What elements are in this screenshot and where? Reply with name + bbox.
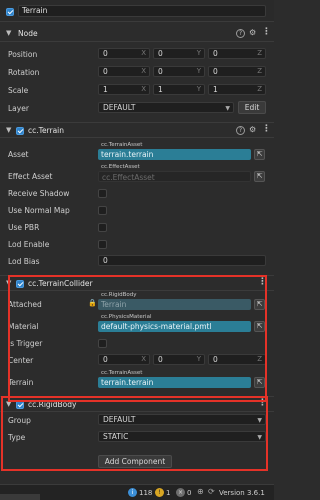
axis-z-label: Z: [257, 85, 262, 93]
terrain-section-header[interactable]: ▼ cc.Terrain ? ⚙ ⋮: [0, 122, 274, 138]
help-icon[interactable]: ?: [236, 126, 245, 135]
node-active-checkbox[interactable]: [6, 8, 14, 16]
more-icon[interactable]: ⋮: [262, 27, 271, 37]
effect-asset-type-tag: cc.EffectAsset: [101, 164, 140, 170]
rotation-y-field[interactable]: 0Y: [153, 66, 205, 77]
chevron-down-icon: ▼: [6, 29, 12, 37]
scale-row: Scale 1X 1Y 1Z: [0, 84, 274, 98]
layer-value: DEFAULT: [103, 103, 136, 112]
axis-x-label: X: [141, 85, 146, 93]
receive-shadow-checkbox[interactable]: [98, 189, 107, 198]
terrain-section-title: cc.Terrain: [28, 126, 65, 135]
receive-shadow-row: Receive Shadow: [0, 188, 274, 200]
terrain-enabled-checkbox[interactable]: [16, 127, 24, 135]
gear-icon[interactable]: ⚙: [249, 28, 256, 37]
warning-icon[interactable]: !: [155, 488, 164, 497]
scale-x-field[interactable]: 1X: [98, 84, 150, 95]
effect-asset-picker-icon[interactable]: ⇱: [254, 171, 265, 182]
asset-picker-icon[interactable]: ⇱: [254, 149, 265, 160]
effect-asset-row: Effect Asset cc.EffectAsset cc.EffectAss…: [0, 164, 274, 184]
rotation-x-value: 0: [103, 67, 108, 76]
use-pbr-checkbox[interactable]: [98, 223, 107, 232]
lod-enable-label: Lod Enable: [8, 240, 50, 249]
layer-label: Layer: [8, 104, 29, 113]
gear-icon[interactable]: ⚙: [249, 125, 256, 134]
rotation-label: Rotation: [8, 68, 40, 77]
scale-label: Scale: [8, 86, 29, 95]
axis-x-label: X: [141, 67, 146, 75]
warning-count: 1: [166, 489, 171, 497]
use-pbr-row: Use PBR: [0, 222, 274, 234]
sync-icon[interactable]: ⟳: [208, 487, 215, 496]
lod-enable-checkbox[interactable]: [98, 240, 107, 249]
asset-label: Asset: [8, 150, 29, 159]
rotation-row: Rotation 0X 0Y 0Z: [0, 66, 274, 80]
rotation-y-value: 0: [158, 67, 163, 76]
position-x-value: 0: [103, 49, 108, 58]
asset-row: Asset cc.TerrainAsset terrain.terrain ⇱: [0, 142, 274, 162]
rotation-x-field[interactable]: 0X: [98, 66, 150, 77]
axis-z-label: Z: [257, 49, 262, 57]
axis-y-label: Y: [196, 85, 201, 93]
use-pbr-label: Use PBR: [8, 223, 40, 232]
asset-field[interactable]: terrain.terrain: [98, 149, 251, 160]
chevron-down-icon: ▼: [225, 105, 230, 112]
highlight-box-rigidbody: [1, 396, 268, 471]
status-bar: i 118 ! 1 × 0 ⊕ ⟳ Version 3.6.1: [0, 484, 274, 500]
lod-bias-field[interactable]: 0: [98, 255, 266, 266]
scale-y-field[interactable]: 1Y: [153, 84, 205, 95]
layer-dropdown[interactable]: DEFAULT ▼: [98, 102, 234, 113]
lod-bias-label: Lod Bias: [8, 257, 40, 266]
position-y-value: 0: [158, 49, 163, 58]
window-tab-fragment: [0, 494, 40, 500]
highlight-box-collider: [8, 275, 267, 402]
error-icon[interactable]: ×: [176, 488, 185, 497]
scale-x-value: 1: [103, 85, 108, 94]
more-icon[interactable]: ⋮: [262, 124, 271, 134]
axis-x-label: X: [141, 49, 146, 57]
scale-y-value: 1: [158, 85, 163, 94]
position-label: Position: [8, 50, 38, 59]
use-normal-map-checkbox[interactable]: [98, 206, 107, 215]
node-section-header[interactable]: ▼ Node ? ⚙ ⋮: [0, 26, 274, 42]
use-normal-map-row: Use Normal Map: [0, 205, 274, 217]
position-row: Position 0X 0Y 0Z: [0, 48, 274, 62]
node-section-title: Node: [18, 29, 38, 38]
lod-enable-row: Lod Enable: [0, 239, 274, 251]
effect-asset-label: Effect Asset: [8, 172, 53, 181]
network-icon[interactable]: ⊕: [197, 487, 204, 496]
layer-edit-button[interactable]: Edit: [238, 101, 266, 114]
node-name-input[interactable]: Terrain: [18, 5, 266, 17]
effect-asset-field[interactable]: cc.EffectAsset: [98, 171, 251, 182]
lod-bias-row: Lod Bias 0: [0, 255, 274, 269]
info-count: 118: [139, 489, 153, 497]
position-y-field[interactable]: 0Y: [153, 48, 205, 59]
asset-type-tag: cc.TerrainAsset: [101, 142, 143, 148]
layer-row: Layer DEFAULT ▼ Edit: [0, 101, 274, 115]
axis-y-label: Y: [196, 49, 201, 57]
axis-z-label: Z: [257, 67, 262, 75]
use-normal-map-label: Use Normal Map: [8, 206, 70, 215]
position-z-field[interactable]: 0Z: [208, 48, 266, 59]
version-text: Version 3.6.1: [219, 489, 265, 497]
axis-y-label: Y: [196, 67, 201, 75]
receive-shadow-label: Receive Shadow: [8, 189, 70, 198]
node-name-bar: Terrain: [0, 0, 274, 22]
scale-z-value: 1: [213, 85, 218, 94]
position-z-value: 0: [213, 49, 218, 58]
rotation-z-field[interactable]: 0Z: [208, 66, 266, 77]
rotation-z-value: 0: [213, 67, 218, 76]
scale-z-field[interactable]: 1Z: [208, 84, 266, 95]
error-count: 0: [187, 489, 192, 497]
info-icon[interactable]: i: [128, 488, 137, 497]
position-x-field[interactable]: 0X: [98, 48, 150, 59]
chevron-down-icon: ▼: [6, 126, 12, 134]
help-icon[interactable]: ?: [236, 29, 245, 38]
